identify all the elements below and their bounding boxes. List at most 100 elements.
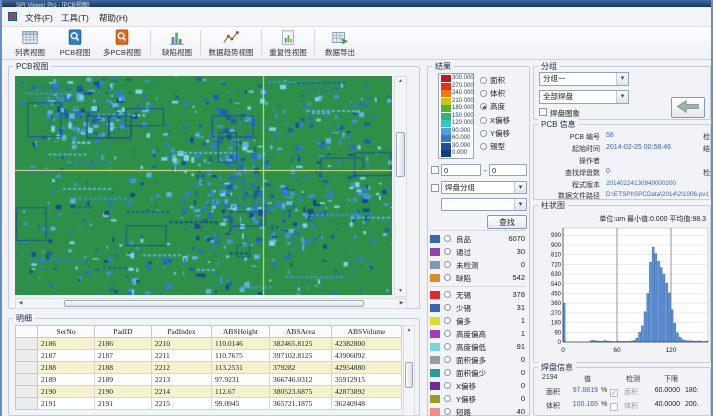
table-row[interactable]: 21892189221397.9231366746.031235912915 [16,374,402,386]
legend-color-chip [430,304,440,312]
table-cell: 2189 [38,374,95,386]
legend-item-6[interactable]: 偏多1 [430,315,526,328]
group-select-dropdown[interactable]: 分组一 [539,72,629,86]
legend-item-13[interactable]: 短路40 [430,406,526,416]
metric-option-5[interactable]: 锡型 [480,141,505,152]
legend-item-count: 0 [521,381,525,390]
menu-tools[interactable]: 工具(T) [58,11,92,25]
info-label: 起始时间 [536,144,600,154]
range-to-input[interactable] [489,164,527,176]
scroll-down-icon[interactable]: ▼ [395,287,406,296]
scroll-up-icon[interactable]: ▲ [404,326,414,335]
histogram-bar [655,254,657,342]
pcb-h-scrollbar[interactable]: ◀ ▶ [15,298,407,309]
legend-item-8[interactable]: 高度偏低91 [430,341,526,354]
back-arrow-button[interactable] [671,97,705,118]
multi-pcb-search-button[interactable]: 多PCB视图 [98,28,146,59]
table-cell: 99.0945 [212,398,270,410]
scroll-right-icon[interactable]: ▶ [397,299,406,308]
grouping-panel: 分组 分组一 全部焊盘 焊盘图象 [533,66,711,120]
scale-entry: 300.000 [441,75,473,83]
h-scrollbar-thumb[interactable] [64,300,364,307]
scale-value: 150.000 [452,113,474,119]
toolbar-separator [314,30,315,56]
row-selector[interactable] [16,338,38,350]
scale-color-chip [441,150,451,157]
list-view-button[interactable]: 列表视图 [8,28,52,59]
metric-option-2[interactable]: 高度 [480,101,505,112]
legend-item-7[interactable]: 高度偏高1 [430,328,526,341]
filter-dropdown[interactable] [441,198,527,211]
legend-item-9[interactable]: 面积偏多0 [430,354,526,367]
legend-item-3[interactable]: 缺陷542 [430,272,526,285]
legend-item-5[interactable]: 少锡31 [430,302,526,315]
defect-chart-button[interactable]: 缺陷视图 [154,28,200,59]
table-row[interactable]: 218621862210110.0146382465.812542382800 [16,338,402,350]
histogram-chart: 090180270360450540630720810900990060120 [537,224,709,360]
table-cell: 366746.0312 [270,374,332,386]
pcb-v-scrollbar[interactable]: ▲ ▼ [394,76,407,297]
pad-group-dropdown[interactable]: 焊盘分组 [441,181,527,194]
title-bar[interactable]: SPI Viewer Pro - [PCB视图] [0,0,713,7]
y-tick-label: 810 [551,253,562,259]
legend-item-4[interactable]: 无锡378 [430,289,526,302]
metric-option-3[interactable]: X偏移 [480,115,510,126]
legend-item-label: 通过 [456,247,471,258]
table-cell: 110.7675 [212,350,270,362]
data-trend-button[interactable]: 数据趋势视图 [202,28,260,59]
metric-option-1[interactable]: 体积 [480,88,505,99]
radio-icon [444,369,451,376]
info-value: 2014-02-25 00:58:46 [606,144,671,151]
table-row[interactable]: 219021902214112.67380523.687542873892 [16,386,402,398]
histogram-bar [644,312,646,342]
range-filter-checkbox[interactable] [431,166,439,174]
pad-check-checkbox[interactable] [610,389,618,397]
metric-option-0[interactable]: 面积 [480,75,505,86]
table-row[interactable]: 218821882212113.253137928242954880 [16,362,402,374]
scroll-up-icon[interactable]: ▲ [395,77,406,86]
histogram-bar [649,262,651,342]
table-cell: 2188 [38,362,95,374]
y-tick-label: 990 [551,233,562,239]
pad-check-checkbox[interactable] [610,403,618,411]
pad-metric-value: 100.165 [564,401,598,408]
row-selector[interactable] [16,350,38,362]
scroll-left-icon[interactable]: ◀ [16,299,25,308]
pad-select-dropdown[interactable]: 全部焊盘 [539,90,629,104]
pad-id: 2194 [542,374,558,381]
window-title: SPI Viewer Pro - [PCB视图] [16,0,90,7]
menu-help[interactable]: 帮助(H) [96,11,131,25]
legend-item-10[interactable]: 面积偏少0 [430,367,526,380]
row-selector[interactable] [16,374,38,386]
repeatability-button[interactable]: 重复性视图 [264,28,312,59]
table-cell: 2213 [152,374,212,386]
pad-group-checkbox[interactable] [431,184,439,192]
pcb-board-canvas[interactable] [15,76,392,295]
range-from-input[interactable] [441,164,481,176]
legend-item-2[interactable]: 未检测0 [430,259,526,272]
row-selector[interactable] [16,398,38,410]
menu-file[interactable]: 文件(F) [22,11,56,25]
table-row[interactable]: 218721872211110.7675397102.812543906092 [16,350,402,362]
pad-header-value: 值 [584,374,591,384]
pad-image-checkbox[interactable] [539,108,547,116]
radio-icon [480,117,487,124]
search-button[interactable]: 查找 [487,215,527,229]
data-export-button[interactable]: 数据导出 [318,28,362,59]
table-scrollbar-thumb[interactable] [405,362,413,388]
toolbar-button-label: 多PCB视图 [98,48,146,57]
scale-value: 210.000 [452,98,474,104]
legend-item-count: 31 [517,303,525,312]
legend-item-0[interactable]: 良品6070 [430,233,526,246]
legend-item-11[interactable]: X偏移0 [430,380,526,393]
row-selector[interactable] [16,386,38,398]
legend-item-1[interactable]: 通过30 [430,246,526,259]
table-v-scrollbar[interactable]: ▲ [403,325,415,416]
row-selector[interactable] [16,362,38,374]
v-scrollbar-thumb[interactable] [396,132,405,177]
legend-item-12[interactable]: Y偏移0 [430,393,526,406]
scale-entry: 150.000 [441,113,473,121]
table-row[interactable]: 21912191221599.0945365721.187536240948 [16,398,402,410]
metric-option-4[interactable]: Y偏移 [480,128,510,139]
pcb-search-button[interactable]: PCB视图 [54,28,96,59]
